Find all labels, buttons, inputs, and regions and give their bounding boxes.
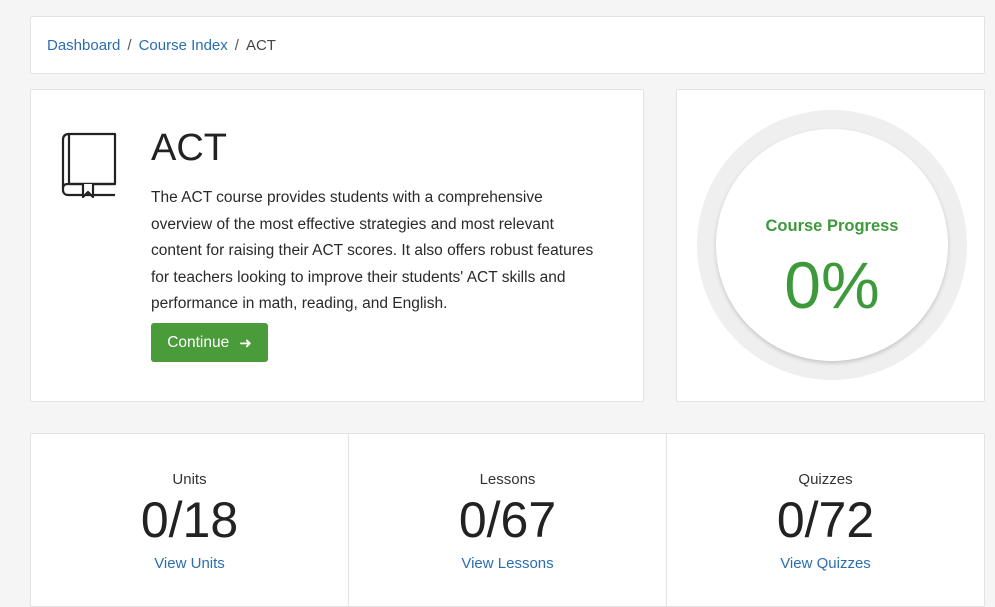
stat-value: 0/67	[458, 492, 557, 548]
view-quizzes-link[interactable]: View Quizzes	[780, 555, 871, 572]
continue-button[interactable]: Continue ➜	[151, 323, 268, 362]
breadcrumb-separator: /	[127, 36, 132, 54]
breadcrumb: Dashboard / Course Index / ACT	[30, 16, 985, 74]
progress-value: 0%	[784, 248, 880, 322]
breadcrumb-course-index-link[interactable]: Course Index	[139, 37, 228, 54]
stat-label: Quizzes	[798, 471, 853, 488]
breadcrumb-dashboard-link[interactable]: Dashboard	[47, 37, 120, 54]
book-icon	[61, 132, 117, 198]
course-progress-card: Course Progress 0%	[676, 89, 985, 402]
course-stats: Units 0/18 View Units Lessons 0/67 View …	[30, 433, 985, 607]
course-title: ACT	[151, 127, 227, 169]
progress-label: Course Progress	[765, 217, 899, 235]
breadcrumb-separator: /	[234, 36, 239, 54]
continue-button-label: Continue	[167, 333, 230, 351]
progress-ring: Course Progress 0%	[697, 110, 967, 380]
progress-circle: Course Progress 0%	[716, 129, 948, 361]
stat-units: Units 0/18 View Units	[31, 434, 348, 606]
course-description: The ACT course provides students with a …	[151, 189, 594, 312]
stat-value: 0/18	[140, 492, 239, 548]
stat-lessons: Lessons 0/67 View Lessons	[348, 434, 666, 606]
arrow-right-icon: ➜	[239, 334, 252, 352]
course-overview-card: ACT The ACT course provides students wit…	[30, 89, 644, 402]
view-lessons-link[interactable]: View Lessons	[461, 555, 553, 572]
view-units-link[interactable]: View Units	[154, 555, 225, 572]
stat-quizzes: Quizzes 0/72 View Quizzes	[666, 434, 984, 606]
breadcrumb-current: ACT	[245, 36, 276, 54]
stat-value: 0/72	[776, 492, 875, 548]
stat-label: Lessons	[479, 471, 536, 488]
stat-label: Units	[172, 471, 207, 488]
